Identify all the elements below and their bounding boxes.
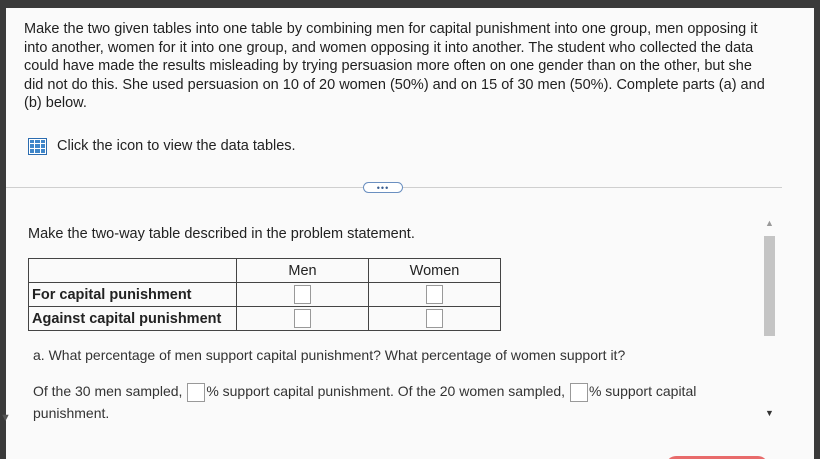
- column-header-women: Women: [368, 258, 501, 283]
- table-header-row: Men Women: [28, 258, 501, 283]
- answer-end: punishment.: [33, 405, 110, 421]
- men-percent-input[interactable]: [187, 382, 206, 402]
- part-a-question: a. What percentage of men support capita…: [33, 347, 626, 363]
- two-way-table: Men Women For capital punishment Against…: [28, 258, 501, 331]
- answer-input-men-against[interactable]: [294, 309, 311, 328]
- view-data-tables-label[interactable]: Click the icon to view the data tables.: [57, 138, 296, 154]
- row-label-for: For capital punishment: [28, 282, 237, 307]
- expand-more-button[interactable]: •••: [363, 182, 403, 193]
- answer-prefix: Of the 30 men sampled,: [33, 383, 183, 399]
- view-data-tables-link[interactable]: Click the icon to view the data tables.: [28, 136, 296, 156]
- scroll-up-icon[interactable]: ▲: [765, 218, 774, 228]
- table-row: For capital punishment: [28, 282, 501, 307]
- part-a-answer-line: Of the 30 men sampled, % support capital…: [33, 380, 733, 424]
- table-corner-cell: [28, 258, 237, 283]
- women-percent-input[interactable]: [569, 382, 588, 402]
- column-header-men: Men: [236, 258, 369, 283]
- answer-input-women-for[interactable]: [426, 285, 443, 304]
- problem-statement: Make the two given tables into one table…: [24, 21, 765, 111]
- table-icon[interactable]: [28, 137, 47, 155]
- row-label-against: Against capital punishment: [28, 306, 237, 331]
- scrollbar-thumb[interactable]: [764, 236, 775, 336]
- table-row: Against capital punishment: [28, 306, 501, 331]
- caret-down-icon[interactable]: ▼: [0, 412, 11, 424]
- cell-women-for: [368, 282, 501, 307]
- answer-mid: % support capital punishment. Of the 20 …: [206, 383, 566, 399]
- scroll-down-icon[interactable]: ▼: [765, 408, 774, 418]
- cell-women-against: [368, 306, 501, 331]
- scrollbar[interactable]: ▲ ▼: [762, 218, 776, 418]
- answer-input-men-for[interactable]: [294, 285, 311, 304]
- answer-input-women-against[interactable]: [426, 309, 443, 328]
- cell-men-for: [236, 282, 369, 307]
- answer-suffix: % support capital: [588, 383, 697, 399]
- cell-men-against: [236, 306, 369, 331]
- content-panel: Make the two given tables into one table…: [6, 8, 814, 459]
- table-instruction: Make the two-way table described in the …: [28, 226, 415, 242]
